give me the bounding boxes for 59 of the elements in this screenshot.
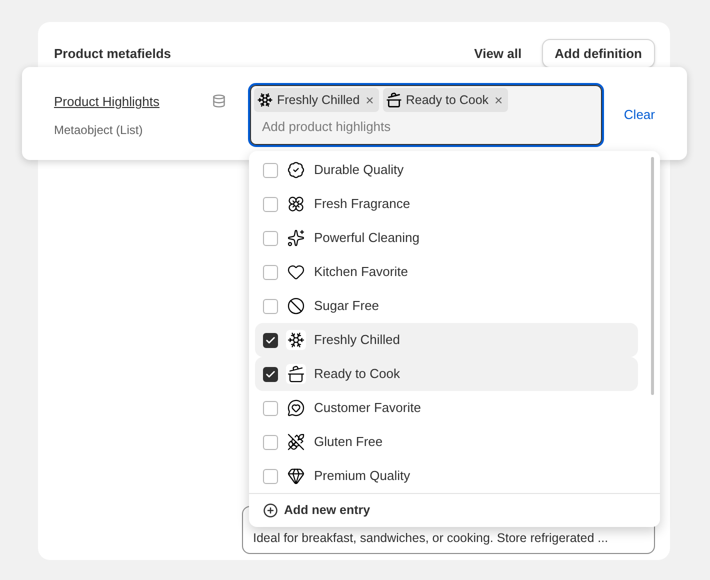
- option-label: Customer Favorite: [314, 399, 421, 418]
- option-item[interactable]: Gluten Free: [255, 425, 638, 459]
- add-highlights-input[interactable]: Add product highlights: [262, 117, 562, 136]
- field-name-link[interactable]: Product Highlights: [54, 92, 204, 112]
- snowflake-icon: [287, 331, 305, 349]
- database-icon: [212, 94, 226, 108]
- view-all-link[interactable]: View all: [474, 44, 522, 64]
- option-item[interactable]: Premium Quality: [255, 459, 638, 493]
- option-checkbox[interactable]: [263, 366, 278, 382]
- option-item[interactable]: Durable Quality: [255, 153, 638, 187]
- flower-icon: [287, 195, 305, 213]
- option-item[interactable]: Freshly Chilled: [255, 323, 638, 357]
- option-item[interactable]: Ready to Cook: [255, 357, 638, 391]
- option-label: Sugar Free: [314, 297, 380, 316]
- option-label: Fresh Fragrance: [314, 195, 410, 214]
- option-label: Premium Quality: [314, 467, 410, 486]
- option-checkbox[interactable]: [263, 400, 278, 416]
- check-icon: [265, 368, 276, 380]
- option-item[interactable]: Sugar Free: [255, 289, 638, 323]
- field-type: Metaobject (List): [54, 122, 144, 138]
- snowflake-icon: [257, 92, 273, 108]
- option-checkbox[interactable]: [263, 468, 278, 484]
- heart-icon: [287, 263, 305, 281]
- option-checkbox[interactable]: [263, 298, 278, 314]
- option-item[interactable]: Customer Favorite: [255, 391, 638, 425]
- remove-tag-button[interactable]: ×: [492, 93, 505, 107]
- option-checkbox[interactable]: [263, 332, 278, 348]
- check-icon: [265, 334, 276, 346]
- diamond-icon: [287, 467, 305, 485]
- plus-icon: [263, 503, 278, 518]
- crossed-circle-icon: [287, 297, 305, 315]
- option-checkbox[interactable]: [263, 162, 278, 178]
- option-item[interactable]: Kitchen Favorite: [255, 255, 638, 289]
- crossed-wheat-icon: [287, 433, 305, 451]
- sparkles-icon: [287, 229, 305, 247]
- badge-check-icon: [287, 161, 305, 179]
- option-label: Powerful Cleaning: [314, 229, 420, 248]
- option-label: Gluten Free: [314, 433, 383, 452]
- card-title: Product metafields: [54, 44, 172, 63]
- option-checkbox[interactable]: [263, 196, 278, 212]
- tag-label: Ready to Cook: [406, 92, 489, 109]
- remove-tag-button[interactable]: ×: [364, 93, 376, 107]
- option-label: Kitchen Favorite: [314, 263, 408, 282]
- option-label: Durable Quality: [314, 161, 404, 180]
- option-checkbox[interactable]: [263, 434, 278, 450]
- option-label: Ready to Cook: [314, 365, 400, 384]
- add-definition-button[interactable]: Add definition: [542, 39, 655, 68]
- option-item[interactable]: Powerful Cleaning: [255, 221, 638, 255]
- pot-icon: [287, 365, 305, 383]
- option-label: Freshly Chilled: [314, 331, 400, 350]
- option-checkbox[interactable]: [263, 264, 278, 280]
- option-checkbox[interactable]: [263, 230, 278, 246]
- pot-icon: [386, 92, 402, 108]
- description-value: Ideal for breakfast, sandwiches, or cooking. Store refrigerated ...: [253, 530, 608, 548]
- clear-button[interactable]: Clear: [624, 105, 655, 124]
- option-item[interactable]: Fresh Fragrance: [255, 187, 638, 221]
- highlights-field[interactable]: Freshly Chilled × Ready to Cook × Add product highlights: [248, 83, 604, 147]
- heart-bubble-icon: [287, 399, 305, 417]
- tag-label: Freshly Chilled: [277, 92, 360, 109]
